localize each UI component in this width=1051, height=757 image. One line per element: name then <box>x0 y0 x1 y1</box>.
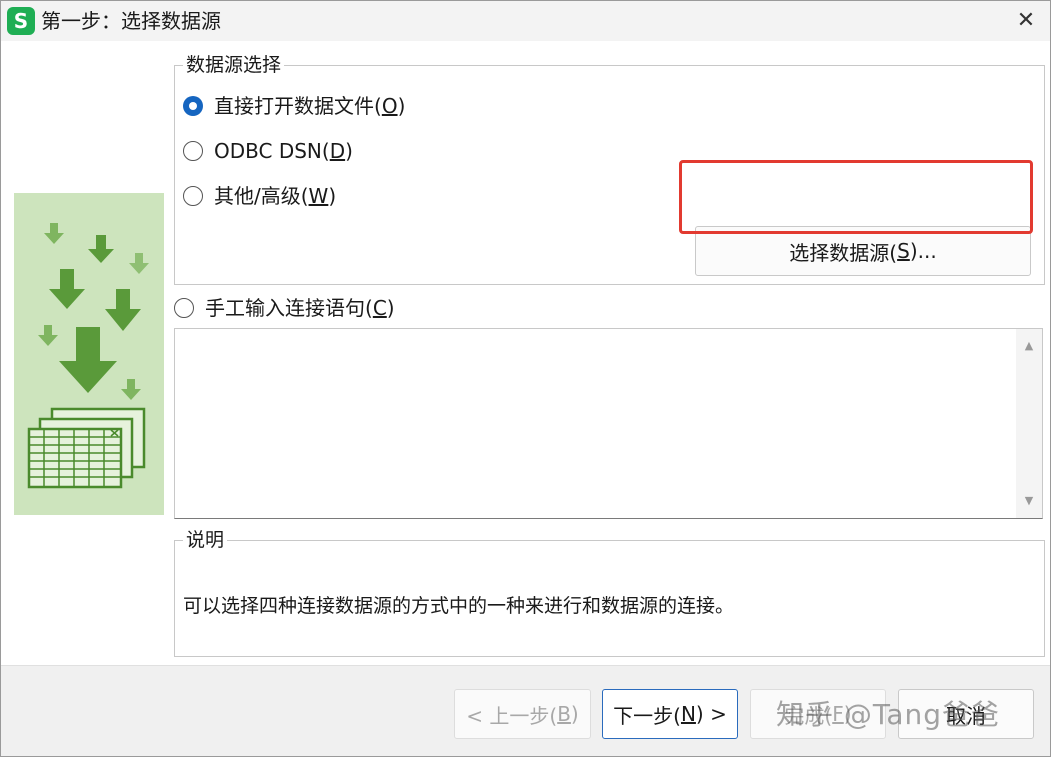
dialog-footer: < 上一步(B) 下一步(N) > 完成(F) 取消 <box>1 665 1050 756</box>
datasource-group-legend: 数据源选择 <box>183 54 285 76</box>
radio-manual-connection-indicator[interactable] <box>174 298 194 318</box>
description-text: 可以选择四种连接数据源的方式中的一种来进行和数据源的连接。 <box>183 595 735 617</box>
download-arrows-illustration <box>27 223 149 489</box>
radio-other-advanced-label: 其他/高级(W) <box>214 184 337 208</box>
dialog-window: S 第一步：选择数据源 ✕ 数据源选择 直接打开数据文件(O) ODBC DSN… <box>0 0 1051 757</box>
radio-other-advanced-indicator[interactable] <box>183 186 203 206</box>
close-icon[interactable]: ✕ <box>1010 5 1042 37</box>
radio-odbc-dsn-indicator[interactable] <box>183 141 203 161</box>
connection-string-textarea[interactable]: ▲ ▼ <box>174 328 1043 519</box>
select-datasource-button[interactable]: 选择数据源(S)... <box>695 226 1031 276</box>
scroll-up-icon[interactable]: ▲ <box>1016 333 1042 359</box>
title-bar: S 第一步：选择数据源 ✕ <box>1 1 1050 41</box>
radio-odbc-dsn[interactable]: ODBC DSN(D) <box>183 138 353 164</box>
scroll-down-icon[interactable]: ▼ <box>1016 488 1042 514</box>
back-button[interactable]: < 上一步(B) <box>454 689 591 739</box>
cancel-button[interactable]: 取消 <box>898 689 1034 739</box>
radio-open-data-file-indicator[interactable] <box>183 96 203 116</box>
illustration-panel <box>14 193 164 515</box>
radio-open-data-file-label: 直接打开数据文件(O) <box>214 94 406 118</box>
next-button[interactable]: 下一步(N) > <box>602 689 738 739</box>
radio-open-data-file[interactable]: 直接打开数据文件(O) <box>183 93 405 119</box>
description-legend: 说明 <box>183 529 228 551</box>
dialog-title: 第一步：选择数据源 <box>41 9 221 33</box>
finish-button[interactable]: 完成(F) <box>750 689 886 739</box>
dialog-content: 数据源选择 直接打开数据文件(O) ODBC DSN(D) 其他/高级(W) 选… <box>1 41 1050 665</box>
radio-odbc-dsn-label: ODBC DSN(D) <box>214 139 353 163</box>
radio-manual-connection-label: 手工输入连接语句(C) <box>205 296 395 320</box>
radio-other-advanced[interactable]: 其他/高级(W) <box>183 183 336 209</box>
radio-manual-connection[interactable]: 手工输入连接语句(C) <box>174 295 395 321</box>
textarea-scrollbar[interactable]: ▲ ▼ <box>1016 329 1042 518</box>
spreadsheet-app-icon: S <box>7 7 35 35</box>
description-group: 说明 可以选择四种连接数据源的方式中的一种来进行和数据源的连接。 <box>174 529 1045 657</box>
